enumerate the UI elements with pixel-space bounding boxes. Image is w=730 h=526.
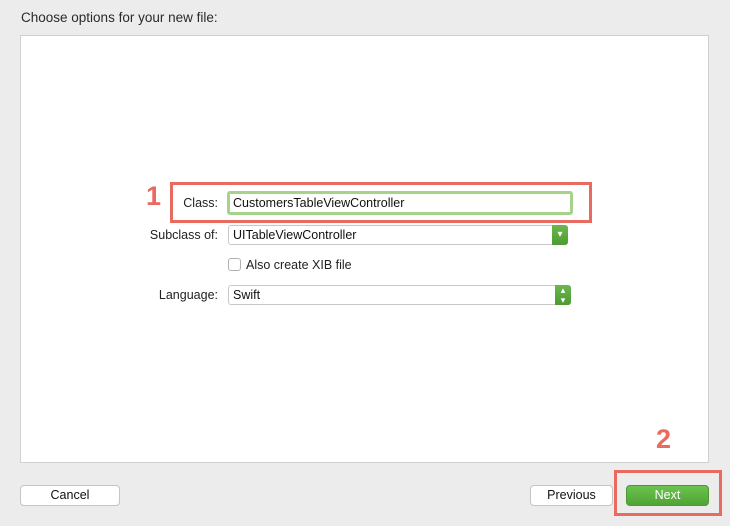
- language-select-value: Swift: [233, 288, 261, 302]
- chevron-down-icon: ▾: [552, 225, 568, 245]
- subclass-select-value: UITableViewController: [233, 228, 357, 242]
- dialog-header-title: Choose options for your new file:: [21, 10, 218, 25]
- create-xib-checkbox[interactable]: [228, 258, 241, 271]
- subclass-select[interactable]: UITableViewController ▾: [228, 225, 568, 245]
- options-panel: [20, 35, 709, 463]
- annotation-marker-1: 1: [146, 181, 162, 211]
- class-name-input[interactable]: [227, 191, 573, 215]
- updown-chevron-icon: ▴ ▾: [555, 285, 571, 305]
- create-xib-label[interactable]: Also create XIB file: [246, 258, 352, 272]
- subclass-label: Subclass of:: [149, 228, 218, 242]
- language-label: Language:: [158, 288, 218, 302]
- language-select[interactable]: Swift ▴ ▾: [228, 285, 571, 305]
- previous-button[interactable]: Previous: [530, 485, 613, 506]
- cancel-button[interactable]: Cancel: [20, 485, 120, 506]
- annotation-marker-2: 2: [656, 424, 672, 454]
- next-button[interactable]: Next: [626, 485, 709, 506]
